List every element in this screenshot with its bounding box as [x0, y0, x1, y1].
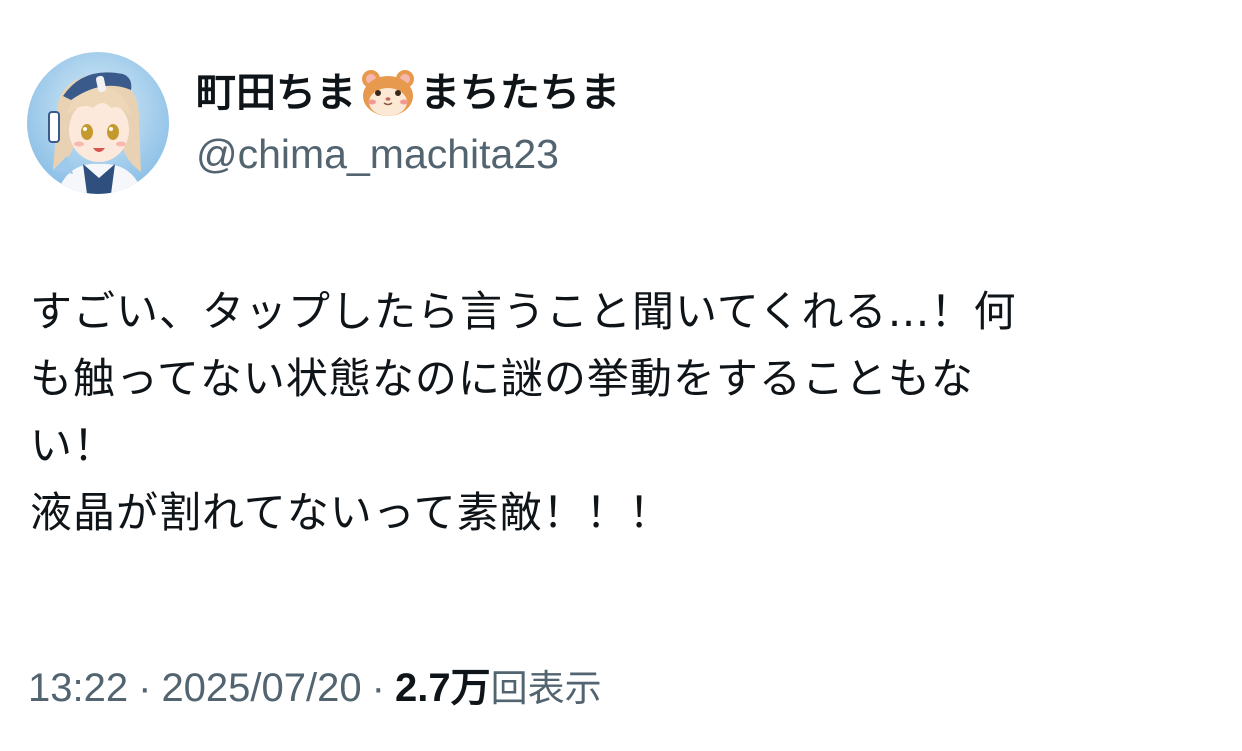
hamster-face-icon — [360, 68, 416, 118]
tweet-header: 町田ちま まちたちま @chima_machita23 — [27, 52, 620, 194]
meta-separator: · — [371, 666, 385, 710]
display-name-part1: 町田ちま — [196, 70, 356, 116]
display-name-row[interactable]: 町田ちま まちたちま — [196, 64, 620, 122]
views-count[interactable]: 2.7万 — [395, 666, 491, 710]
tweet-text: すごい、タップしたら言うこと聞いてくれる…！何 も触ってない状態なのに謎の挙動を… — [30, 278, 1205, 546]
author-handle[interactable]: @chima_machita23 — [196, 126, 620, 182]
views-label: 回表示 — [490, 667, 602, 710]
display-name-part2: まちたちま — [420, 70, 620, 116]
tweet-text-line: すごい、タップしたら言うこと聞いてくれる…！何 — [30, 287, 1017, 336]
anime-girl-avatar-image — [27, 52, 169, 194]
tweet-time[interactable]: 13:22 — [28, 666, 128, 710]
tweet-text-line: も触ってない状態なのに謎の挙動をすることもな — [30, 354, 974, 403]
tweet-date[interactable]: 2025/07/20 — [161, 666, 361, 710]
author-names: 町田ちま まちたちま @chima_machita23 — [196, 64, 620, 182]
tweet-meta: 13:22 · 2025/07/20 · 2.7万回表示 — [28, 660, 602, 717]
tweet-text-line: い！ — [30, 421, 117, 470]
meta-separator: · — [138, 666, 152, 710]
tweet: 町田ちま まちたちま @chima_machita23 すごい、タップしたら言う… — [0, 0, 1242, 751]
avatar[interactable] — [27, 52, 169, 194]
tweet-text-line: 液晶が割れてないって素敵！！！ — [30, 488, 672, 537]
